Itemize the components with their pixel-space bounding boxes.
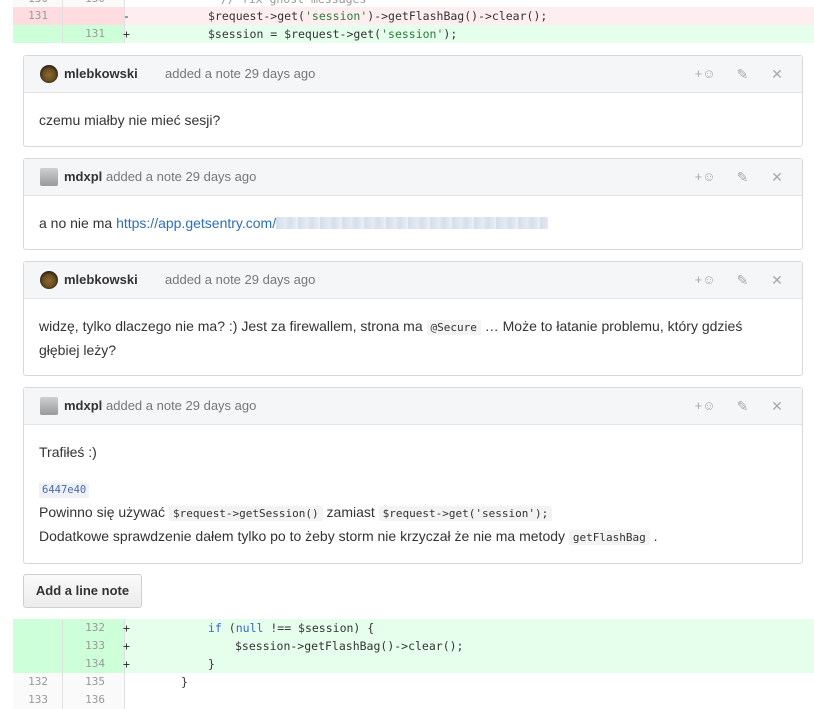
code-line: $session->getFlashBag()->clear();: [235, 639, 464, 653]
note-author[interactable]: mlebkowski: [64, 56, 138, 91]
inline-code: $request->getSession(): [168, 506, 323, 521]
add-reaction-icon[interactable]: +☺: [691, 64, 719, 84]
diff-line-added: 134 + }: [13, 655, 814, 673]
redacted-link-part: [276, 217, 549, 229]
new-line-number: 135: [85, 675, 105, 688]
note-author[interactable]: mdxpl: [64, 388, 102, 423]
note: mdxpl added a note 29 days ago +☺ ✎ ✕ a …: [23, 158, 803, 250]
avatar[interactable]: [40, 168, 58, 186]
new-line-number: 136: [85, 693, 105, 706]
code-line: if (null !== $session) {: [208, 621, 375, 635]
add-line-note-button[interactable]: Add a line note: [23, 574, 142, 608]
edit-icon[interactable]: ✎: [732, 64, 754, 84]
note-actions: +☺ ✎ ✕: [683, 396, 788, 416]
note-author[interactable]: mlebkowski: [64, 262, 138, 297]
note-meta: added a note 29 days ago: [106, 398, 257, 413]
new-line-number: 134: [85, 657, 105, 670]
add-reaction-icon[interactable]: +☺: [691, 167, 719, 187]
diff-line: 133 136: [13, 691, 814, 709]
code-line: }: [208, 657, 215, 671]
close-icon[interactable]: ✕: [766, 270, 788, 290]
note-meta: added a note 29 days ago: [106, 169, 257, 184]
diff-sign: +: [123, 657, 130, 671]
old-line-number: 131: [28, 9, 48, 22]
code-line: }: [181, 675, 188, 689]
diff-sign: +: [123, 639, 130, 653]
diff-sign: +: [123, 621, 130, 635]
note-header: mdxpl added a note 29 days ago +☺ ✎ ✕: [24, 388, 802, 425]
avatar[interactable]: [40, 397, 58, 415]
note: mlebkowski added a note 29 days ago +☺ ✎…: [23, 55, 803, 147]
note-actions: +☺ ✎ ✕: [683, 270, 788, 290]
diff-line-deleted: 131 - $request->get('session')->getFlash…: [13, 7, 814, 25]
diff-line-added: 133 + $session->getFlashBag()->clear();: [13, 637, 814, 655]
note-text: widzę, tylko dlaczego nie ma? :) Jest za…: [39, 318, 427, 334]
sentry-link[interactable]: https://app.getsentry.com/: [116, 215, 276, 231]
note-body: Trafiłeś :) 6447e40 Powinno się używać $…: [24, 425, 802, 549]
note-text: czemu miałby nie mieć sesji?: [39, 112, 221, 128]
new-line-number: 131: [85, 27, 105, 40]
add-reaction-icon[interactable]: +☺: [691, 396, 719, 416]
note-meta: added a note 29 days ago: [165, 272, 316, 287]
new-line-number: 133: [85, 639, 105, 652]
inline-code: @Secure: [426, 320, 481, 335]
close-icon[interactable]: ✕: [766, 167, 788, 187]
note: mdxpl added a note 29 days ago +☺ ✎ ✕ Tr…: [23, 387, 803, 564]
note-text: zamiast: [322, 504, 379, 520]
edit-icon[interactable]: ✎: [732, 396, 754, 416]
note-header: mlebkowski added a note 29 days ago +☺ ✎…: [24, 262, 802, 299]
avatar[interactable]: [40, 65, 58, 83]
note-actions: +☺ ✎ ✕: [683, 167, 788, 187]
old-line-number: 132: [28, 675, 48, 688]
note-body: a no nie ma https://app.getsentry.com/: [24, 196, 802, 235]
code-line: $session = $request->get('session');: [208, 27, 458, 41]
note-header: mdxpl added a note 29 days ago +☺ ✎ ✕: [24, 159, 802, 196]
note-text: Trafiłeś :): [39, 444, 97, 460]
add-reaction-icon[interactable]: +☺: [691, 270, 719, 290]
inline-code: getFlashBag: [568, 530, 650, 545]
diff-line: 132 135 }: [13, 673, 814, 691]
diff-line-added: 132 + if (null !== $session) {: [13, 619, 814, 637]
diff-sign: -: [123, 9, 130, 23]
avatar[interactable]: [40, 271, 58, 289]
inline-code: $request->get('session');: [378, 506, 553, 521]
note: mlebkowski added a note 29 days ago +☺ ✎…: [23, 261, 803, 376]
edit-icon[interactable]: ✎: [732, 270, 754, 290]
note-text: a no nie ma: [39, 215, 117, 231]
new-line-number: 132: [85, 621, 105, 634]
note-header: mlebkowski added a note 29 days ago +☺ ✎…: [24, 56, 802, 93]
note-text: .: [649, 528, 658, 544]
note-body: czemu miałby nie mieć sesji?: [24, 93, 802, 132]
close-icon[interactable]: ✕: [766, 396, 788, 416]
old-line-number: 133: [28, 693, 48, 706]
note-actions: +☺ ✎ ✕: [683, 64, 788, 84]
note-text: Dodatkowe sprawdzenie dałem tylko po to …: [39, 528, 569, 544]
note-author[interactable]: mdxpl: [64, 159, 102, 194]
note-text: Powinno się używać: [39, 504, 169, 520]
commit-link[interactable]: 6447e40: [39, 483, 90, 498]
note-body: widzę, tylko dlaczego nie ma? :) Jest za…: [24, 299, 794, 362]
code-line: $request->get('session')->getFlashBag()-…: [208, 9, 548, 23]
close-icon[interactable]: ✕: [766, 64, 788, 84]
diff-line-added: 131 + $session = $request->get('session'…: [13, 25, 814, 43]
diff-sign: +: [123, 27, 130, 41]
note-meta: added a note 29 days ago: [165, 66, 316, 81]
edit-icon[interactable]: ✎: [732, 167, 754, 187]
